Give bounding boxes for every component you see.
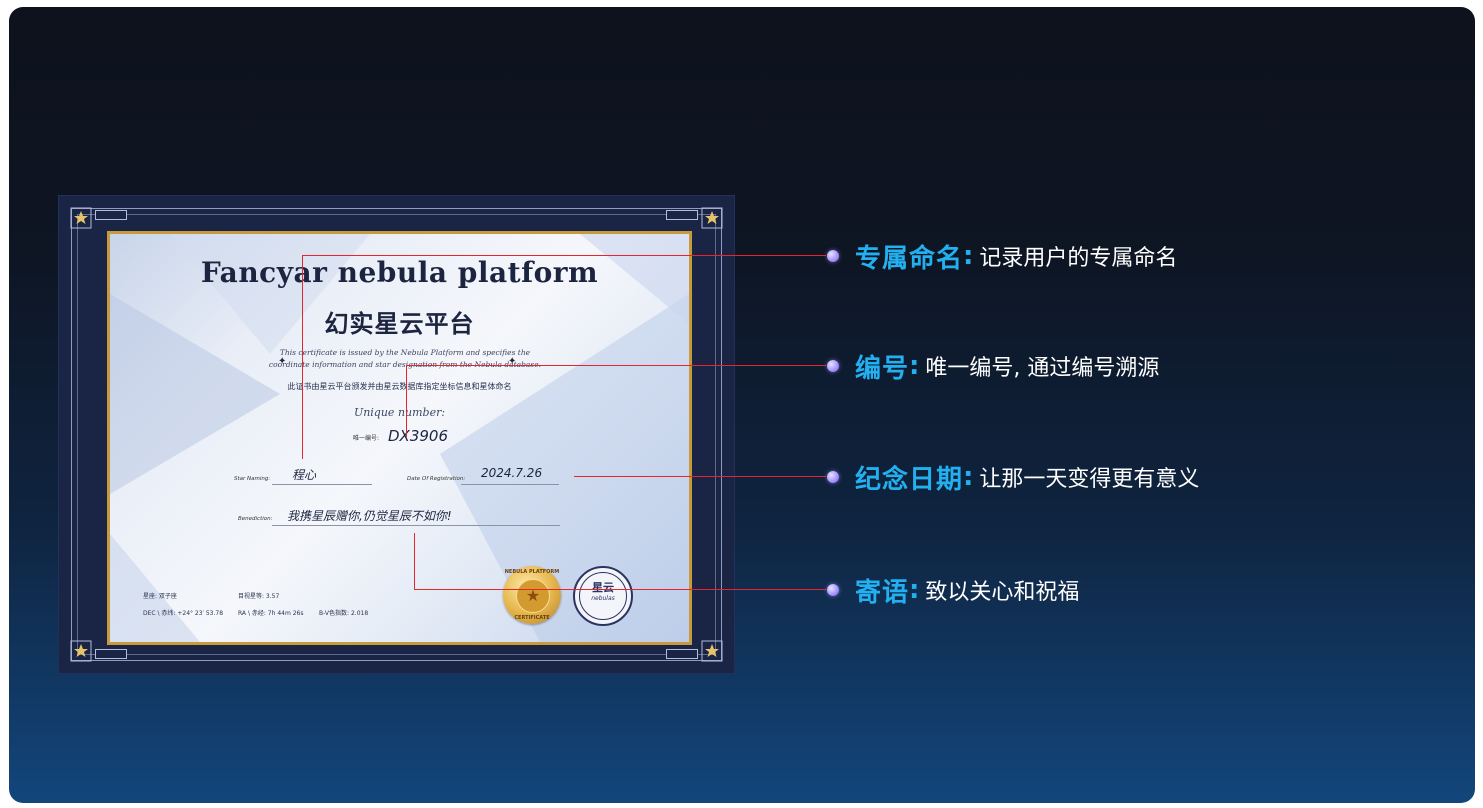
callout-line-wish-vertical [414,533,415,590]
blue-seal: 星云 nebulas [573,566,633,626]
annotation-title: 纪念日期 [855,464,964,495]
callout-line-date [574,476,826,477]
certificate-description: 此证书由星云平台颁发并由星云数据库指定坐标信息和星体命名 [287,382,512,391]
frame-ornament [95,210,127,220]
certificate-frame: Fancyar nebula platform 幻实星云平台 This cert… [59,196,734,673]
callout-line-number [406,365,826,366]
constellation-text: 星座: 双子座 [143,593,177,600]
bullet-dot-icon [827,250,839,262]
annotation-number: 编号 : 唯一编号, 通过编号溯源 [827,351,1160,384]
star-name-underline [272,484,372,485]
annotation-date: 纪念日期 : 让那一天变得更有意义 [827,462,1200,495]
annotation-desc: 致以关心和祝福 [925,580,1080,605]
uid-value: DX3906 [388,427,448,445]
annotation-naming: 专属命名 : 记录用户的专属命名 [827,241,1178,274]
certificate-title-en: Fancyar nebula platform [200,256,599,289]
blue-seal-cn: 星云 [592,581,614,594]
frame-ornament [666,649,698,659]
corner-star-icon [68,638,94,664]
gold-seal: NEBULA PLATFORM ★ CERTIFICATE [503,566,561,624]
annotation-colon: : [963,462,974,492]
frame-ornament [666,210,698,220]
date-underline [461,484,559,485]
certificate-title-cn: 幻实星云平台 [324,310,475,338]
blue-seal-en: nebulas [591,595,615,602]
annotation-colon: : [909,575,920,605]
annotation-colon: : [909,351,920,381]
annotation-title: 编号 [855,353,910,384]
star-naming-label: Star Naming: [234,476,271,482]
star-name-value: 程心 [292,468,317,482]
bullet-dot-icon [827,471,839,483]
benediction-underline [272,525,560,526]
bullet-dot-icon [827,584,839,596]
ra-text: RA \ 赤经: 7h 44m 26s [238,610,304,617]
annotation-desc: 唯一编号, 通过编号溯源 [925,356,1160,381]
benediction-label: Benediction: [238,516,273,522]
annotation-title: 专属命名 [855,243,964,274]
unique-number-script: Unique number: [353,406,446,419]
bv-text: B-V色指数: 2.018 [319,610,369,617]
callout-line-naming [302,255,826,256]
certificate-paper: Fancyar nebula platform 幻实星云平台 This cert… [107,231,692,645]
benediction-value: 我携星辰赠你,仍觉星辰不如你! [287,509,452,523]
gold-seal-top-text: NEBULA PLATFORM [504,569,560,575]
corner-star-icon [699,638,725,664]
certificate-script-text: This certificate is issued by the Nebula… [268,348,542,369]
corner-star-icon [699,205,725,231]
annotation-desc: 记录用户的专属命名 [979,246,1178,271]
annotation-colon: : [963,241,974,271]
dec-text: DEC \ 赤纬: +24° 23′ 53.78 [143,610,224,617]
annotation-title: 寄语 [855,577,910,608]
date-value: 2024.7.26 [481,466,543,480]
magnitude-text: 目视星等: 3.57 [238,593,280,600]
annotation-desc: 让那一天变得更有意义 [979,467,1200,492]
corner-star-icon [68,205,94,231]
annotation-wish: 寄语 : 致以关心和祝福 [827,575,1080,608]
bullet-dot-icon [827,360,839,372]
gold-seal-bottom-text: CERTIFICATE [514,615,550,621]
showcase-panel: Fancyar nebula platform 幻实星云平台 This cert… [9,7,1475,803]
date-label: Date Of Registration: [407,476,466,482]
frame-ornament [95,649,127,659]
callout-line-wish [414,589,826,590]
star-icon: ✦ [278,356,287,367]
uid-label: 唯一编号: [353,435,380,442]
callout-line-number-vertical [406,365,407,437]
callout-line-naming-vertical [302,255,303,459]
